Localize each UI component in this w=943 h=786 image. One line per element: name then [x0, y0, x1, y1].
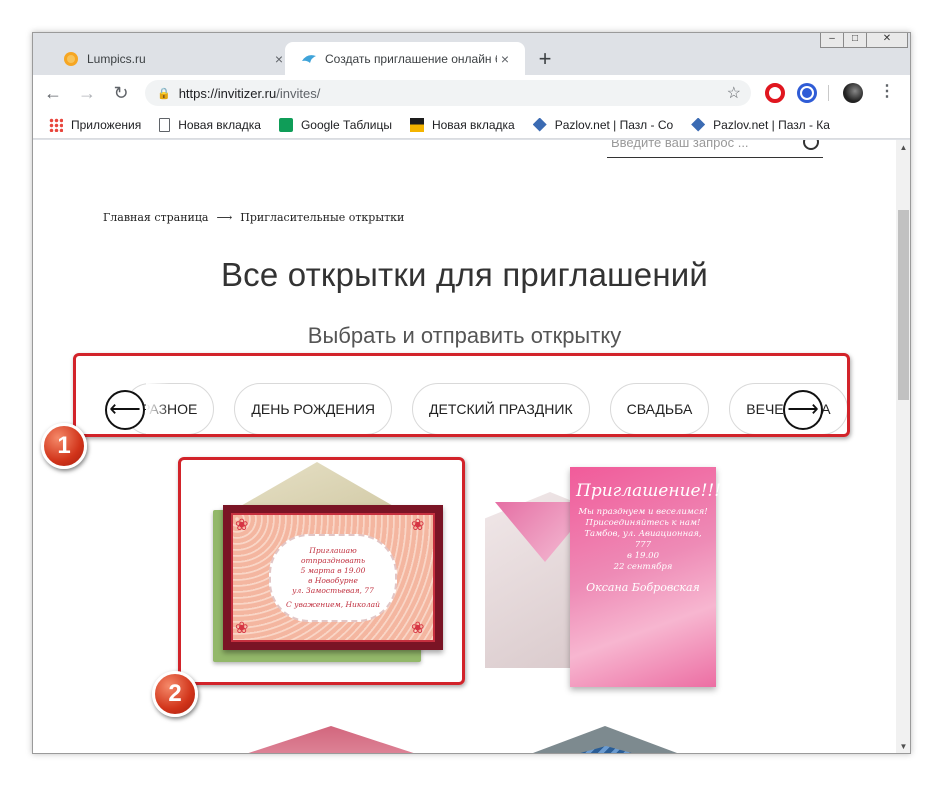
invitation-card-4-flap	[496, 746, 716, 753]
search-placeholder: Введите ваш запрос ...	[611, 140, 749, 150]
opera-extension-icon[interactable]	[765, 83, 785, 103]
apps-icon	[49, 117, 63, 132]
bookmark-label: Pazlov.net | Пазл - Ка	[713, 117, 830, 132]
card2-line: в 19.00	[627, 551, 659, 561]
card1-highlight-frame	[178, 457, 465, 685]
tab-title: Lumpics.ru	[87, 51, 146, 66]
invitation-card-3[interactable]	[221, 726, 441, 753]
url-path: /invites/	[276, 85, 321, 101]
url-host: https://invitizer.ru	[178, 85, 277, 101]
breadcrumb-arrow: ⟶	[216, 211, 233, 224]
breadcrumb-current: Пригласительные открытки	[240, 211, 405, 224]
browser-menu-icon[interactable]: ⋮	[879, 81, 895, 101]
slider-next-button[interactable]: ⟶	[783, 390, 823, 430]
puzzle-icon	[691, 117, 706, 132]
callout-badge-1: 1	[41, 423, 87, 469]
bookmark-label: Приложения	[71, 117, 142, 132]
toolbar-separator	[828, 85, 829, 101]
card2-title: Приглашение!!!	[576, 481, 722, 501]
bookmark-new-tab-2[interactable]: Новая вкладка	[409, 117, 515, 132]
orange-favicon-icon	[64, 51, 78, 66]
bookmark-star-icon[interactable]: ☆	[727, 83, 741, 103]
category-chips: РАЗНОЕ ДЕНЬ РОЖДЕНИЯ ДЕТСКИЙ ПРАЗДНИК СВ…	[124, 383, 847, 434]
category-chip-birthday[interactable]: ДЕНЬ РОЖДЕНИЯ	[234, 383, 393, 434]
tab-invitizer[interactable]: Создать приглашение онлайн б ×	[285, 42, 525, 75]
window-controls: – □ ✕	[820, 33, 908, 48]
minimize-button[interactable]: –	[820, 33, 844, 48]
card2-line: Тамбов, ул. Авиационная, 777	[584, 529, 702, 550]
card2-line: Мы празднуем и веселимся!	[578, 507, 708, 517]
category-chip-wedding[interactable]: СВАДЬБА	[609, 383, 710, 434]
page-title: Все открытки для приглашений	[220, 256, 709, 293]
maximize-button[interactable]: □	[843, 33, 867, 48]
picture-icon	[409, 117, 424, 132]
scroll-up-icon[interactable]: ▲	[896, 140, 910, 155]
close-window-button[interactable]: ✕	[866, 33, 908, 48]
bookmarks-bar: Приложения Новая вкладка Google Таблицы …	[33, 111, 910, 139]
bookmark-apps[interactable]: Приложения	[49, 117, 142, 132]
slider-fade	[146, 356, 170, 434]
category-chip-kids-party[interactable]: ДЕТСКИЙ ПРАЗДНИК	[412, 383, 590, 434]
lock-icon: 🔒	[157, 87, 171, 100]
card2-line: 22 сентября	[613, 562, 673, 572]
callout-badge-2: 2	[152, 671, 198, 717]
page-subtitle: Выбрать и отправить открытку	[307, 323, 622, 348]
bookmark-pazlov-2[interactable]: Pazlov.net | Пазл - Ка	[691, 117, 830, 132]
bookmark-new-tab[interactable]: Новая вкладка	[159, 117, 261, 132]
bookmark-label: Новая вкладка	[178, 117, 261, 132]
address-bar[interactable]: 🔒 https://invitizer.ru/invites/ ☆	[145, 80, 751, 106]
browser-window: Lumpics.ru × Создать приглашение онлайн …	[32, 32, 911, 754]
close-tab-icon[interactable]: ×	[497, 51, 513, 67]
page-viewport: Введите ваш запрос ... Главная страница ⟶…	[33, 140, 896, 753]
scrollbar-thumb[interactable]	[898, 210, 909, 400]
breadcrumb: Главная страница ⟶ Пригласительные открытк…	[103, 211, 404, 224]
reload-button[interactable]: ↻	[107, 79, 135, 107]
globe-extension-icon[interactable]	[797, 83, 817, 103]
page-icon	[159, 117, 171, 132]
bookmark-pazlov-1[interactable]: Pazlov.net | Пазл - Со	[532, 117, 674, 132]
tab-title: Создать приглашение онлайн б	[325, 51, 497, 66]
bookmark-label: Google Таблицы	[300, 117, 392, 132]
forward-button[interactable]: →	[73, 79, 101, 107]
tab-strip: Lumpics.ru × Создать приглашение онлайн …	[33, 33, 910, 75]
site-search-input[interactable]: Введите ваш запрос ...	[607, 140, 823, 158]
invitation-card-2[interactable]: Приглашение!!! Мы празднуем и веселимся!…	[570, 467, 722, 687]
profile-avatar[interactable]	[843, 83, 863, 103]
scroll-down-icon[interactable]: ▼	[896, 739, 910, 753]
bookmark-google-sheets[interactable]: Google Таблицы	[278, 117, 392, 132]
toolbar: ← → ↻ 🔒 https://invitizer.ru/invites/ ☆ …	[33, 75, 910, 111]
tab-lumpics[interactable]: Lumpics.ru ×	[47, 42, 299, 75]
card2-line: Присоединяйтесь к нам!	[585, 518, 701, 528]
back-button[interactable]: ←	[39, 79, 67, 107]
bookmark-label: Pazlov.net | Пазл - Со	[554, 117, 674, 132]
puzzle-icon	[532, 117, 547, 132]
new-tab-button[interactable]: +	[535, 46, 555, 72]
vertical-scrollbar[interactable]: ▲ ▼	[896, 140, 910, 753]
bird-favicon-icon	[302, 54, 316, 63]
url-text: https://invitizer.ru/invites/	[179, 86, 321, 101]
search-icon[interactable]	[803, 140, 819, 150]
category-slider: РАЗНОЕ ДЕНЬ РОЖДЕНИЯ ДЕТСКИЙ ПРАЗДНИК СВ…	[73, 353, 850, 437]
sheets-icon	[278, 117, 293, 132]
breadcrumb-home-link[interactable]: Главная страница	[103, 211, 209, 224]
bookmark-label: Новая вкладка	[431, 117, 515, 132]
slider-prev-button[interactable]: ⟵	[105, 390, 145, 430]
card2-signature: Оксана Бобровская	[586, 581, 700, 594]
